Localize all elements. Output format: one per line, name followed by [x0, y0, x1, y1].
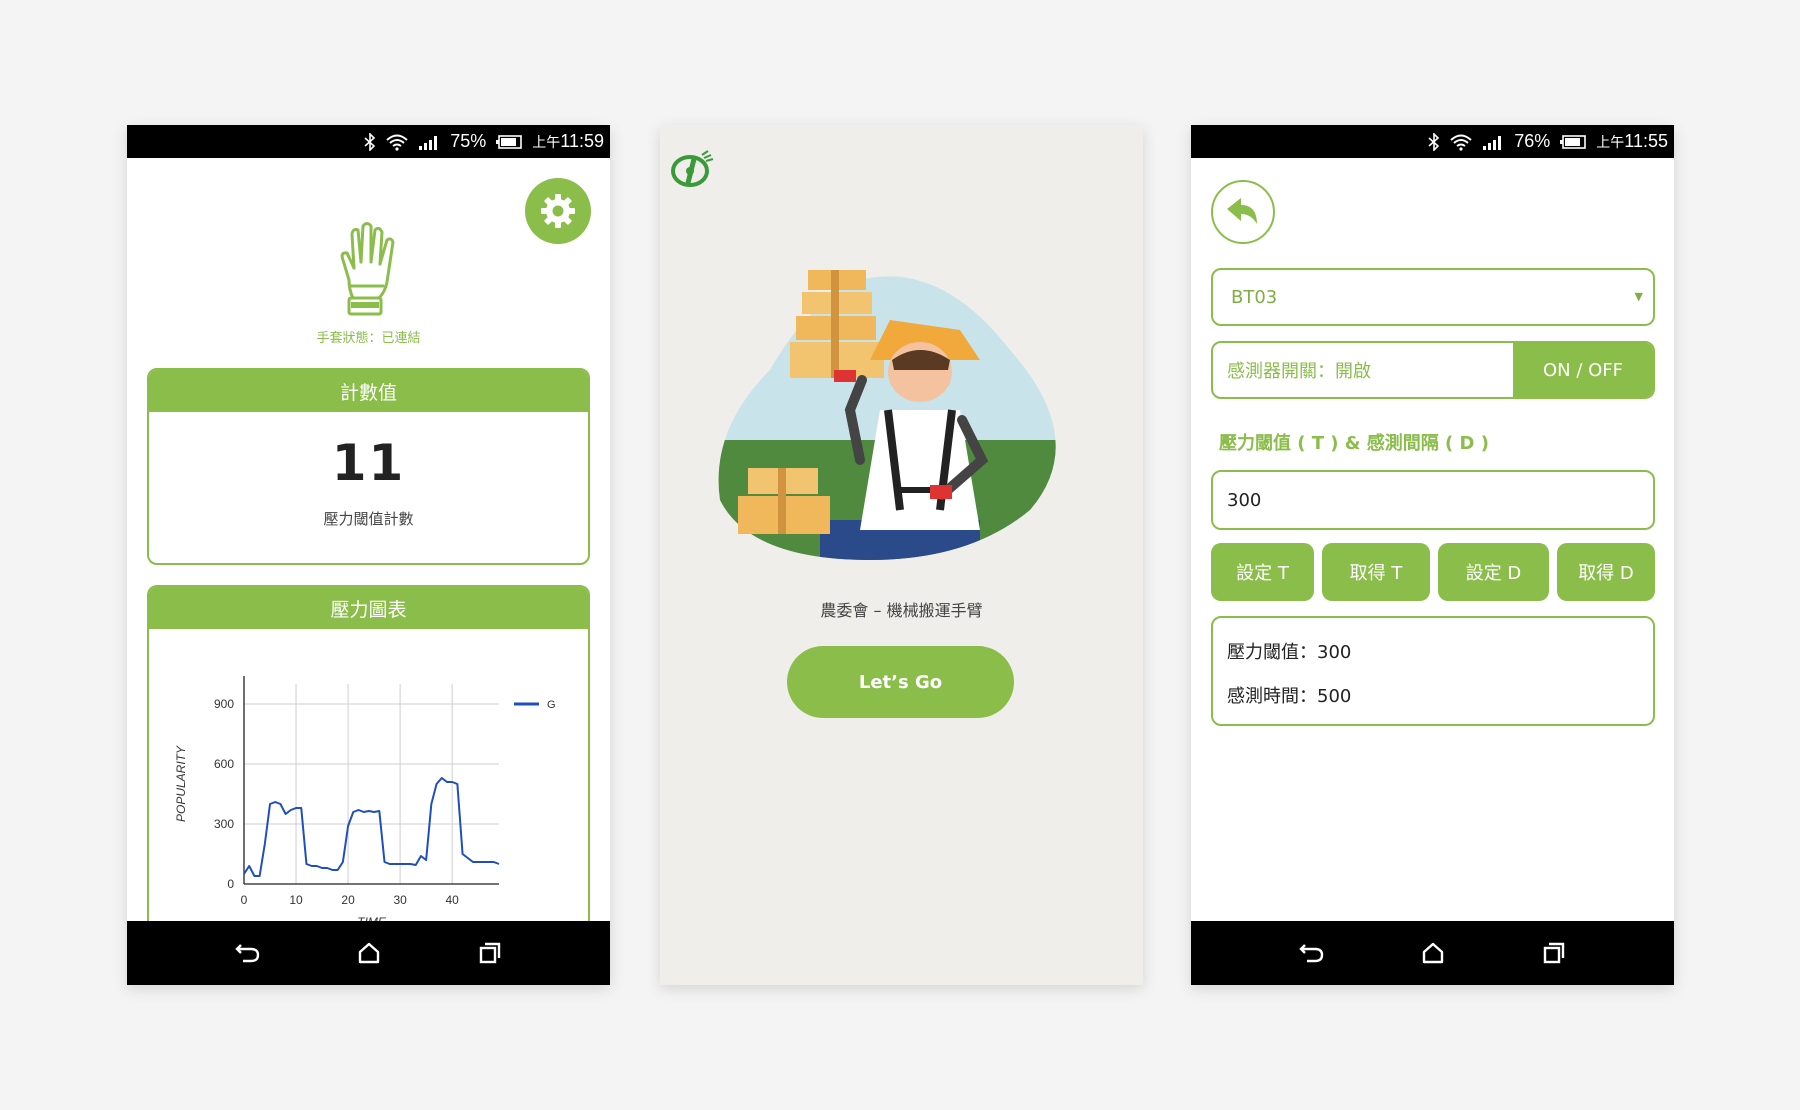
recents-nav-button[interactable] [1534, 933, 1574, 973]
count-card: 計數值 11 壓力閾值計數 [147, 368, 590, 565]
battery-icon [496, 134, 523, 149]
status-bar: 76% 上午11:55 [1191, 125, 1674, 158]
battery-percent: 76% [1514, 131, 1551, 151]
lets-go-button[interactable]: Let’s Go [787, 646, 1014, 718]
back-arrow-icon [1298, 944, 1323, 963]
set-d-button[interactable]: 設定 D [1438, 543, 1549, 601]
battery-icon [1560, 134, 1587, 149]
device-select-value: BT03 [1231, 286, 1278, 308]
chart-card-title: 壓力圖表 [149, 587, 588, 629]
y-tick-label: 900 [214, 697, 234, 711]
status-bar: 75% 上午11:59 [127, 125, 610, 158]
back-nav-button[interactable] [1292, 933, 1332, 973]
y-tick-label: 300 [214, 817, 234, 831]
count-value: 11 [331, 434, 406, 492]
app-tagline: 農委會 – 機械搬運手臂 [820, 601, 983, 620]
x-tick-label: 40 [445, 893, 459, 907]
nav-bar [1191, 921, 1674, 985]
signal-icon [1482, 134, 1504, 150]
count-caption: 壓力閾值計數 [323, 510, 414, 528]
action-button-row: 設定 T 取得 T 設定 D 取得 D [1211, 543, 1655, 601]
home-icon [1422, 942, 1443, 964]
back-button[interactable] [1211, 180, 1275, 244]
device-select[interactable]: BT03 ▼ [1211, 268, 1655, 326]
sensor-toggle-button[interactable]: ON / OFF [1513, 343, 1653, 397]
worker-illustration [718, 270, 1056, 560]
back-nav-button[interactable] [228, 933, 268, 973]
wifi-icon [1450, 133, 1472, 151]
wifi-icon [386, 133, 408, 151]
box-stack-ground [738, 468, 830, 534]
home-icon [358, 942, 379, 964]
phone-screen-dashboard: 75% 上午11:59 手套狀態：已連結 計數值 11 壓力閾值計數 壓力圖表 … [127, 125, 610, 985]
y-axis-label: POPULARITY [174, 745, 188, 822]
sensor-switch-label: 感測器開關：開啟 [1227, 361, 1371, 382]
threshold-section-title: 壓力閾值 ( T ) & 感測間隔 ( D ) [1219, 433, 1489, 454]
x-tick-label: 30 [393, 893, 407, 907]
home-nav-button[interactable] [349, 933, 389, 973]
logo-icon [671, 150, 714, 187]
back-arrow-icon [234, 944, 259, 963]
bluetooth-icon [1428, 132, 1440, 151]
nav-bar [127, 921, 610, 985]
clock: 11:59 [560, 131, 604, 151]
x-tick-label: 10 [289, 893, 303, 907]
recents-icon [479, 942, 500, 964]
get-t-button[interactable]: 取得 T [1322, 543, 1430, 601]
settings-button[interactable] [525, 178, 591, 244]
signal-icon [418, 134, 440, 150]
x-tick-label: 0 [241, 893, 248, 907]
glove-status-text: 手套狀態：已連結 [316, 331, 421, 346]
x-tick-label: 20 [341, 893, 355, 907]
value-input[interactable]: 300 [1211, 470, 1655, 530]
battery-percent: 75% [450, 131, 487, 151]
sensor-switch-row: 感測器開關：開啟 ON / OFF [1211, 341, 1655, 399]
dropdown-caret-icon: ▼ [1634, 290, 1643, 303]
recents-nav-button[interactable] [470, 933, 510, 973]
bluetooth-icon [364, 132, 376, 151]
clock-prefix: 上午 [532, 134, 561, 150]
series-line-G [243, 777, 500, 877]
get-d-button[interactable]: 取得 D [1557, 543, 1655, 601]
y-tick-label: 600 [214, 757, 234, 771]
reply-arrow-icon [1227, 198, 1257, 224]
recents-icon [1543, 942, 1564, 964]
y-tick-label: 0 [227, 877, 234, 891]
result-threshold: 壓力閾值：300 [1227, 642, 1352, 663]
result-panel: 壓力閾值：300 感測時間：500 [1211, 616, 1655, 726]
result-interval: 感測時間：500 [1227, 686, 1352, 707]
phone-screen-settings: 76% 上午11:55 BT03 ▼ 感測器開關：開啟 ON / OFF 壓力閾… [1191, 125, 1674, 985]
clock-prefix: 上午 [1596, 134, 1625, 150]
legend-label: G [547, 699, 556, 711]
clock: 11:55 [1624, 131, 1668, 151]
count-card-title: 計數值 [149, 370, 588, 412]
glove-icon [340, 222, 395, 316]
set-t-button[interactable]: 設定 T [1211, 543, 1314, 601]
phone-screen-splash: 農委會 – 機械搬運手臂 Let’s Go [660, 125, 1143, 985]
home-nav-button[interactable] [1413, 933, 1453, 973]
gear-icon [541, 194, 575, 228]
